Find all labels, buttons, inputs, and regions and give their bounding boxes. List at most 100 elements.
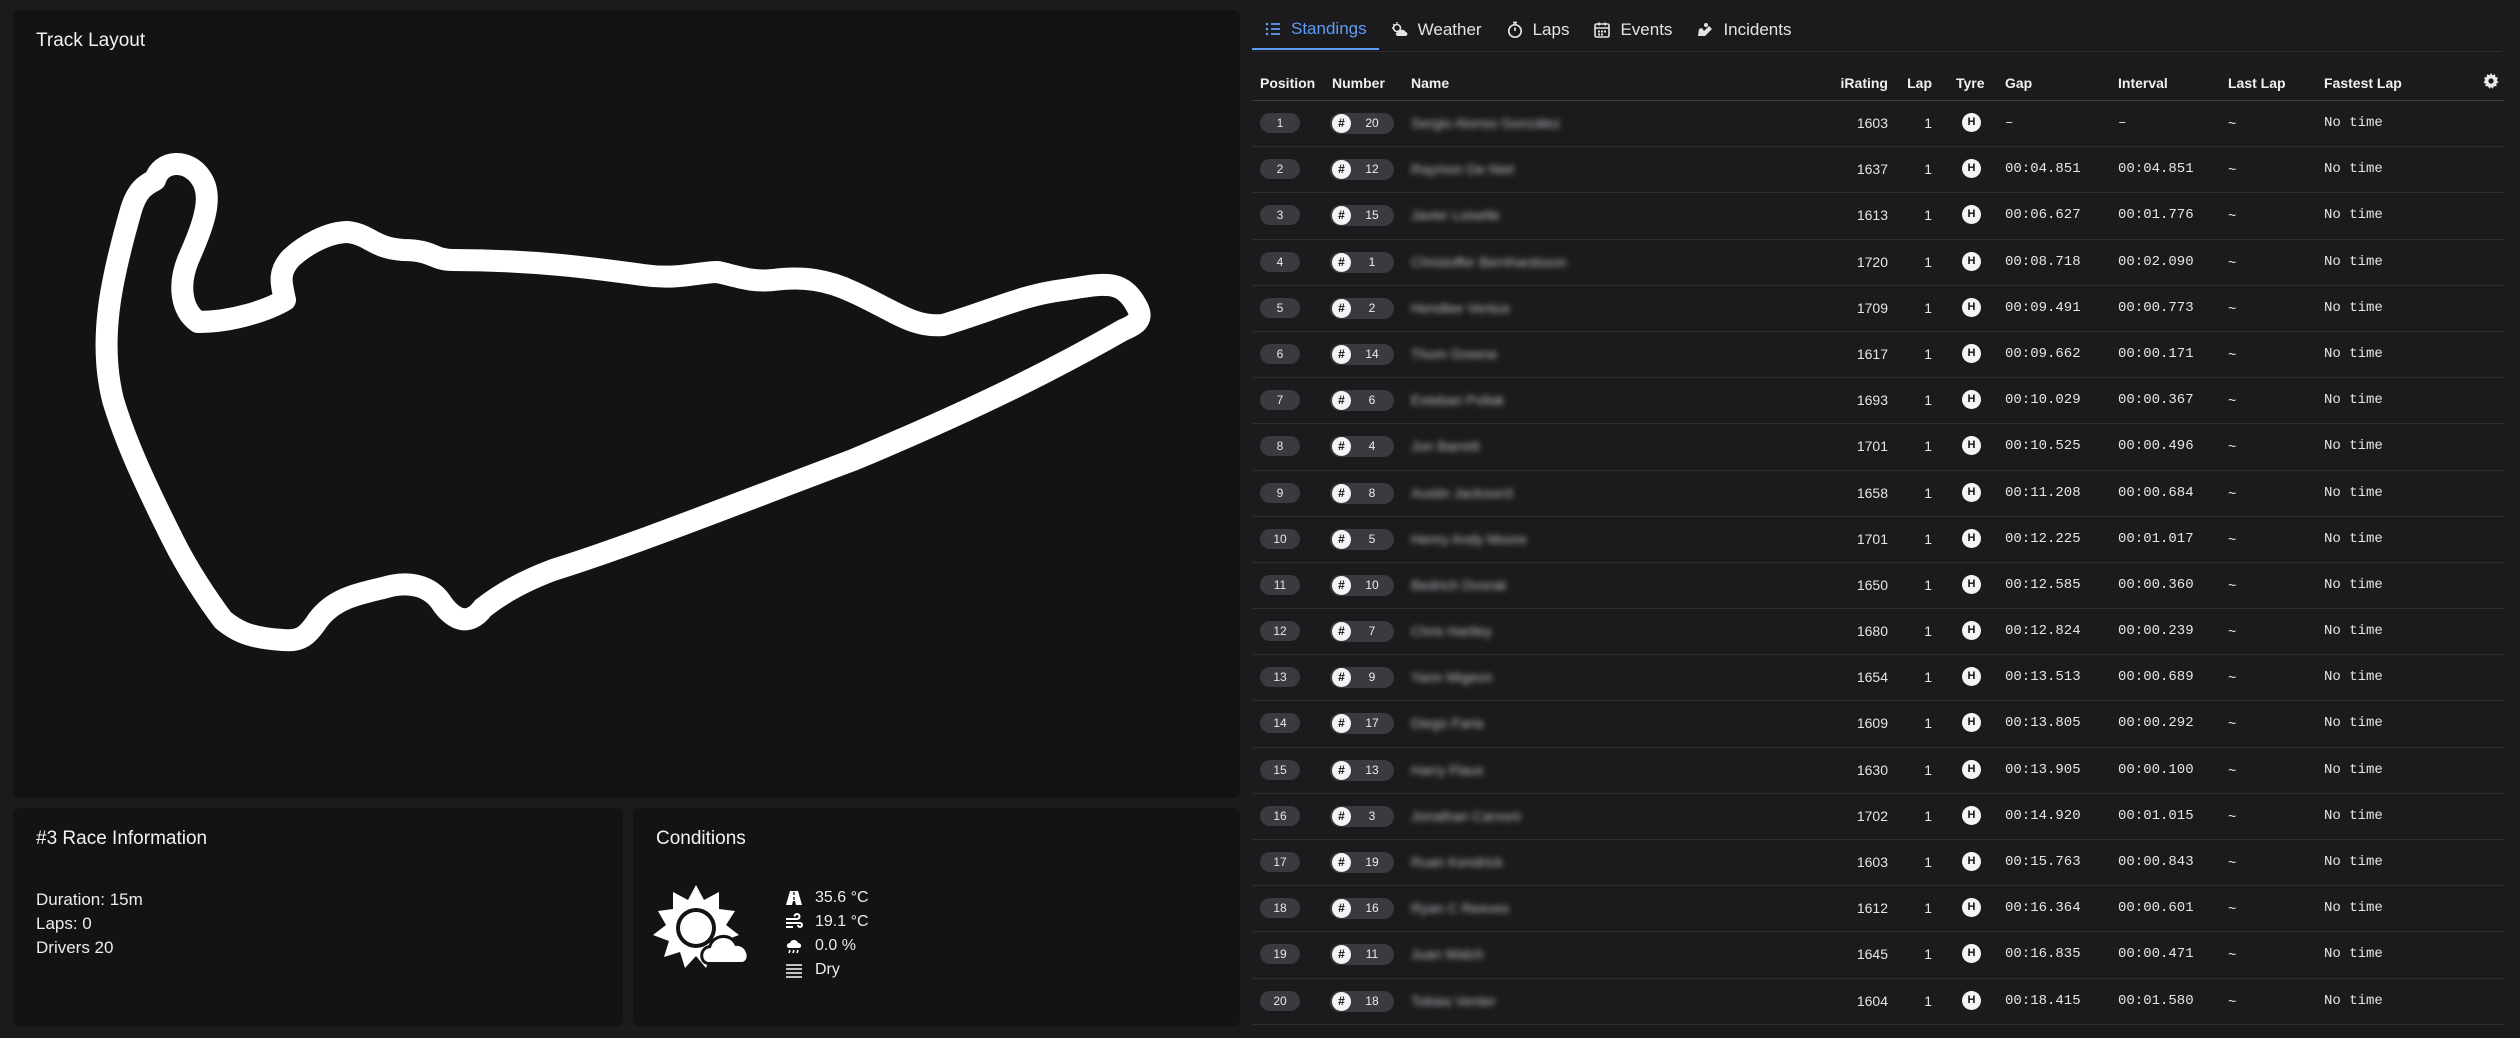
tab-laps[interactable]: Laps: [1494, 10, 1582, 50]
header-irating[interactable]: iRating: [1812, 75, 1888, 91]
settings-gear-icon[interactable]: [2483, 73, 2499, 92]
header-lap[interactable]: Lap: [1898, 75, 1932, 91]
table-row[interactable]: 13 #9 Yann Migeon 1654 1 H 00:13.513 00:00.689 ~…: [1252, 655, 2504, 702]
car-number-badge: #12: [1330, 159, 1394, 181]
header-number[interactable]: Number: [1332, 75, 1385, 91]
table-row[interactable]: 16 #3 Jonathan Carvoni 1702 1 H 00:14.920 00:01…: [1252, 794, 2504, 840]
driver-name[interactable]: Chris Hartley: [1411, 623, 1492, 639]
irating-value: 1645: [1856, 946, 1888, 963]
irating-value: 1658: [1856, 484, 1888, 501]
header-position[interactable]: Position: [1260, 75, 1315, 91]
tyre-compound-icon: H: [1962, 343, 1981, 363]
table-row[interactable]: 10 #5 Henry Andy Moore 1701 1 H 00:12.225 00:01…: [1252, 517, 2504, 563]
car-number: 18: [1365, 993, 1379, 1008]
hash-icon: #: [1332, 114, 1351, 133]
last-lap-value: ~: [2228, 576, 2237, 593]
table-row[interactable]: 11 #10 Bedrich Dvorak 1650 1 H 00:12.585 00:00.…: [1252, 563, 2504, 610]
table-row[interactable]: 9 #8 Austin Jackson3 1658 1 H 00:11.208 00:00.6…: [1252, 471, 2504, 517]
driver-name[interactable]: Esteban Pollak: [1411, 392, 1504, 408]
table-row[interactable]: 17 #19 Ruan Kendrick 1603 1 H 00:15.763 00:00.8…: [1252, 840, 2504, 887]
table-row[interactable]: 15 #13 Harry Flaus 1630 1 H 00:13.905 00:00.100…: [1252, 748, 2504, 794]
fastest-lap-value: No time: [2324, 253, 2383, 270]
interval-value: 00:00.171: [2118, 345, 2194, 362]
last-lap-value: ~: [2228, 623, 2237, 640]
driver-name[interactable]: Jonathan Carvoni: [1411, 808, 1521, 824]
driver-name[interactable]: Thom Greene: [1411, 346, 1497, 362]
last-lap-value: ~: [2228, 299, 2237, 316]
table-row[interactable]: 18 #16 Ryan C Reeves 1612 1 H 00:16.364 00:00.6…: [1252, 886, 2504, 933]
stopwatch-icon: [1507, 21, 1522, 39]
position-badge: 7: [1260, 390, 1300, 411]
road-icon: [786, 891, 802, 905]
driver-name[interactable]: Raymon De Niet: [1411, 161, 1514, 177]
last-lap-value: ~: [2228, 484, 2237, 501]
table-row[interactable]: 3 #15 Javier Loiselle 1613 1 H 00:06.627 00:01.…: [1252, 193, 2504, 240]
hash-icon: #: [1332, 945, 1351, 965]
driver-name[interactable]: Austin Jackson3: [1411, 485, 1513, 501]
car-number: 19: [1365, 855, 1379, 869]
table-row[interactable]: 12 #7 Chris Hartley 1680 1 H 00:12.824 00:00.23…: [1252, 609, 2504, 656]
table-row[interactable]: 7 #6 Esteban Pollak 1693 1 H 00:10.029 00:00.36…: [1252, 378, 2504, 425]
driver-name[interactable]: Harry Flaus: [1411, 762, 1483, 778]
irating-value: 1654: [1856, 669, 1888, 686]
car-number-badge: #11: [1330, 944, 1394, 966]
table-row[interactable]: 14 #17 Diego Faria 1609 1 H 00:13.805 00:00.292…: [1252, 701, 2504, 748]
tab-divider: [1252, 51, 2502, 52]
car-number: 20: [1365, 116, 1379, 130]
fastest-lap-value: No time: [2324, 207, 2383, 224]
driver-name[interactable]: Diego Faria: [1411, 715, 1483, 731]
tab-incidents-label: Incidents: [1723, 20, 1792, 39]
irating-value: 1612: [1856, 900, 1888, 917]
header-last-lap[interactable]: Last Lap: [2228, 75, 2286, 91]
tab-weather[interactable]: Weather: [1379, 10, 1494, 50]
table-row[interactable]: 4 #1 Christoffer Bernhardsson 1720 1 H 00:08.7…: [1252, 240, 2504, 286]
lap-value: 1: [1924, 576, 1932, 593]
sun-cloud-icon: [651, 880, 771, 985]
tab-incidents[interactable]: Incidents: [1684, 10, 1803, 50]
driver-name[interactable]: Yann Migeon: [1411, 669, 1492, 685]
table-row[interactable]: 6 #14 Thom Greene 1617 1 H 00:09.662 00:00.171 ~…: [1252, 332, 2504, 379]
tyre-compound-icon: H: [1962, 390, 1981, 410]
car-number-badge: #17: [1330, 713, 1394, 735]
car-number-badge: #16: [1330, 898, 1394, 920]
tab-events[interactable]: Events: [1581, 10, 1684, 50]
driver-name[interactable]: Jon Barrett: [1411, 438, 1479, 454]
car-number: 14: [1365, 346, 1379, 361]
header-fastest-lap[interactable]: Fastest Lap: [2324, 75, 2402, 91]
car-number: 5: [1368, 531, 1376, 546]
tyre-compound-icon: H: [1962, 113, 1981, 132]
driver-name[interactable]: Bedrich Dvorak: [1411, 577, 1507, 593]
header-name[interactable]: Name: [1411, 75, 1449, 91]
lap-value: 1: [1924, 669, 1932, 686]
table-row[interactable]: 8 #4 Jon Barrett 1701 1 H 00:10.525 00:00.496 ~ N…: [1252, 424, 2504, 471]
conditions-panel: Conditions 35.6 °C 19.1 °C 0.0 % Dry: [633, 808, 1240, 1026]
driver-name[interactable]: Tobias Venter: [1411, 993, 1496, 1009]
driver-name[interactable]: Ryan C Reeves: [1411, 900, 1509, 916]
lap-value: 1: [1924, 946, 1932, 963]
tab-standings[interactable]: Standings: [1252, 10, 1379, 50]
driver-name[interactable]: Hendlee Ventus: [1411, 300, 1510, 316]
table-row[interactable]: 5 #2 Hendlee Ventus 1709 1 H 00:09.491 00:00.77…: [1252, 286, 2504, 332]
car-number-badge: #4: [1330, 436, 1394, 458]
driver-name[interactable]: Christoffer Bernhardsson: [1411, 254, 1566, 270]
table-row[interactable]: 1 #20 Sergio Alonso González 1603 1 H – – ~ No ti…: [1252, 101, 2504, 148]
driver-name[interactable]: Henry Andy Moore: [1411, 531, 1527, 547]
table-row[interactable]: 20 #18 Tobias Venter 1604 1 H 00:18.415 00:01.5…: [1252, 979, 2504, 1025]
header-tyre[interactable]: Tyre: [1956, 75, 1985, 91]
driver-name[interactable]: Sergio Alonso González: [1411, 115, 1560, 131]
tyre-compound-icon: H: [1962, 482, 1981, 502]
position-badge: 5: [1260, 297, 1300, 318]
driver-name[interactable]: Juan Walch: [1411, 946, 1484, 962]
driver-name[interactable]: Ruan Kendrick: [1411, 854, 1503, 870]
gap-value: 00:18.415: [2005, 992, 2081, 1009]
standings-table: Position Number Name iRating Lap Tyre Ga…: [1252, 62, 2504, 1025]
interval-value: 00:01.776: [2118, 207, 2194, 224]
hash-icon: #: [1332, 483, 1351, 503]
position-badge: 2: [1260, 159, 1300, 180]
table-row[interactable]: 2 #12 Raymon De Niet 1637 1 H 00:04.851 00:04.8…: [1252, 147, 2504, 194]
header-gap[interactable]: Gap: [2005, 75, 2032, 91]
car-number-badge: #6: [1330, 390, 1394, 412]
driver-name[interactable]: Javier Loiselle: [1411, 207, 1500, 223]
table-row[interactable]: 19 #11 Juan Walch 1645 1 H 00:16.835 00:00.471 ~…: [1252, 932, 2504, 979]
header-interval[interactable]: Interval: [2118, 75, 2168, 91]
